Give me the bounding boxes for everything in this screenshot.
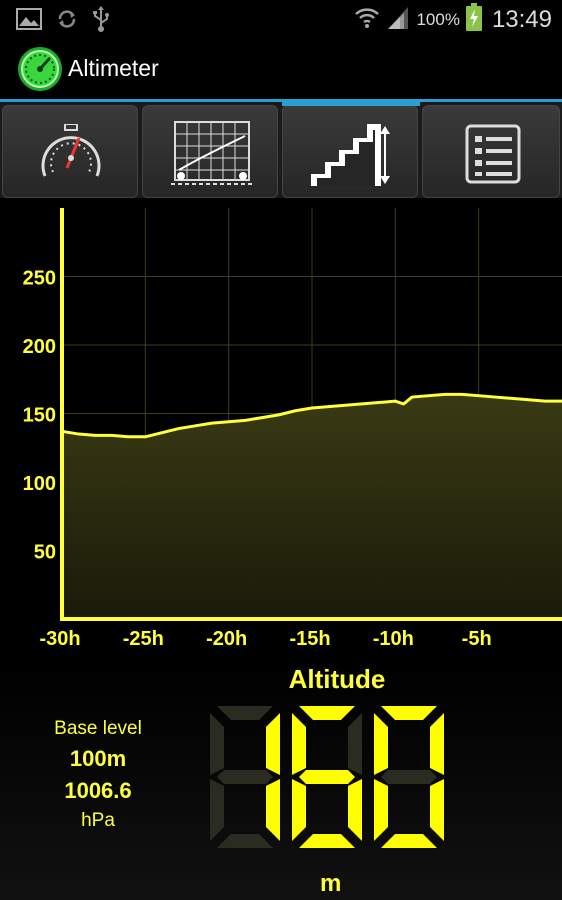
status-clock: 13:49 <box>491 5 552 33</box>
status-bar-system: 100% 13:49 <box>354 3 552 36</box>
app-title: Altimeter <box>68 55 159 81</box>
lcd-segment <box>374 713 388 775</box>
lcd-segment <box>430 713 444 775</box>
tab-list[interactable] <box>422 105 560 198</box>
lcd-segment <box>430 779 444 841</box>
x-tick-label: -5h <box>462 628 492 650</box>
tab-graph[interactable] <box>142 105 278 198</box>
lcd-segment <box>381 770 437 784</box>
lcd-segment <box>292 779 306 841</box>
lcd-segment <box>348 713 362 775</box>
lcd-segment <box>299 834 355 848</box>
base-level-value: 100m <box>69 746 127 771</box>
altitude-area-fill <box>62 394 562 619</box>
lcd-segment <box>217 834 273 848</box>
wifi-icon <box>354 5 380 34</box>
x-tick-label: -15h <box>289 628 330 650</box>
y-tick-label: 100 <box>23 473 56 495</box>
readout-panel: Altitude Base level 100m 1006.6 hPa m <box>0 658 562 900</box>
lcd-segment <box>266 779 280 841</box>
battery-percent: 100% <box>416 9 460 29</box>
status-bar: 100% 13:49 <box>0 0 562 36</box>
x-tick-label: -30h <box>39 628 80 650</box>
graph-icon <box>171 120 253 191</box>
sync-icon <box>56 8 78 35</box>
y-tick-label: 200 <box>23 336 56 358</box>
lcd-segment <box>299 770 355 784</box>
base-pressure-value: 1006.6 <box>64 778 132 803</box>
altitude-history-chart: 50 100 150 200 250 -30h -25h -20h -15h -10h -5h <box>0 198 562 658</box>
base-level-label: Base level <box>54 718 142 739</box>
gauge-dial-icon <box>37 123 105 189</box>
altitude-lcd-display <box>210 706 444 848</box>
signal-icon <box>386 5 410 34</box>
lcd-segment <box>292 713 306 775</box>
y-tick-label: 150 <box>23 405 56 427</box>
battery-charging-icon <box>465 3 482 36</box>
lcd-segment <box>210 713 224 775</box>
y-tick-label: 250 <box>23 268 56 290</box>
lcd-segment <box>217 770 273 784</box>
usb-icon <box>92 6 110 37</box>
altitude-chart-svg: 50 100 150 200 250 -30h -25h -20h -15h -10h -5h <box>23 208 562 650</box>
lcd-segment <box>381 706 437 720</box>
y-tick-label: 50 <box>34 542 56 564</box>
stairs-altitude-icon <box>309 120 393 193</box>
lcd-segment <box>348 779 362 841</box>
lcd-segment <box>217 706 273 720</box>
gallery-icon <box>16 8 42 35</box>
gauge-icon <box>17 46 63 97</box>
lcd-segment <box>374 779 388 841</box>
altitude-label: Altitude <box>288 664 386 694</box>
x-tick-label: -20h <box>206 628 247 650</box>
tab-gauge[interactable] <box>2 105 138 198</box>
lcd-segment <box>299 706 355 720</box>
lcd-segment <box>210 779 224 841</box>
base-pressure-unit: hPa <box>81 810 115 831</box>
action-bar: Altimeter <box>0 36 562 102</box>
base-level-block: Base level 100m 1006.6 hPa <box>28 718 168 832</box>
list-icon <box>465 124 521 189</box>
tab-altitude[interactable] <box>282 105 418 198</box>
tab-bar <box>0 102 562 198</box>
active-tab-indicator <box>282 102 420 106</box>
status-bar-notifications <box>16 6 110 37</box>
lcd-segment <box>381 834 437 848</box>
altitude-unit: m <box>320 870 342 897</box>
lcd-segment <box>266 713 280 775</box>
x-tick-label: -25h <box>123 628 164 650</box>
x-tick-label: -10h <box>373 628 414 650</box>
